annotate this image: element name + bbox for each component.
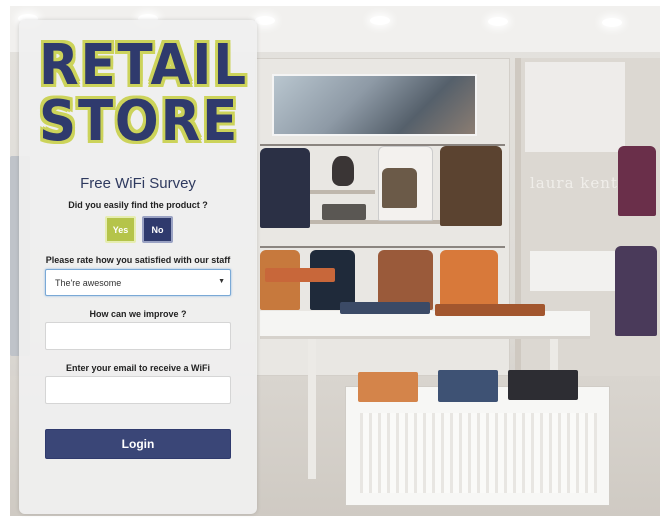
- folded-orange: [265, 268, 335, 282]
- retail-store-logo: RETAIL STORE: [39, 33, 248, 154]
- ceiling-light: [602, 18, 622, 27]
- survey-panel: RETAIL STORE Free WiFi Survey Did you ea…: [19, 20, 257, 514]
- question-rate-staff: Please rate how you satisfied with our s…: [45, 255, 231, 265]
- mannequin-head: [332, 156, 354, 186]
- ceiling-light: [488, 17, 508, 26]
- display-slats: [360, 413, 597, 493]
- survey-title: Free WiFi Survey: [80, 175, 196, 192]
- chevron-down-icon: ▼: [218, 278, 225, 285]
- yes-no-group: Yes No: [105, 216, 175, 244]
- hanging-dress: [615, 246, 657, 336]
- ceiling-light: [255, 16, 275, 25]
- rating-select[interactable]: The're awesome ▼: [45, 269, 231, 296]
- folded-jeans-stack: [438, 370, 498, 402]
- question-find-product: Did you easily find the product ?: [68, 200, 208, 210]
- folded-dark-stack: [508, 370, 578, 400]
- folded-orange-stack: [358, 372, 418, 402]
- folded-jeans: [340, 302, 430, 314]
- hanging-dress: [618, 146, 656, 216]
- yes-button[interactable]: Yes: [105, 216, 136, 243]
- orange-top: [440, 250, 498, 310]
- no-button[interactable]: No: [142, 216, 173, 243]
- login-button[interactable]: Login: [45, 429, 231, 459]
- doorway: [525, 62, 625, 152]
- display-cube: [345, 386, 610, 506]
- logo-line-1: RETAIL: [39, 33, 248, 98]
- leather-jacket: [440, 146, 502, 226]
- improve-input[interactable]: [45, 322, 231, 350]
- folded-items: [322, 204, 366, 220]
- clothing-rail: [260, 246, 505, 248]
- logo-line-2: STORE: [39, 89, 240, 154]
- jacket: [260, 148, 310, 228]
- shelf: [305, 190, 375, 194]
- fashion-poster: [272, 74, 477, 136]
- patterned-blouse: [378, 250, 433, 310]
- folded-shirts: [435, 304, 545, 316]
- question-improve: How can we improve ?: [89, 309, 187, 319]
- ceiling-light: [370, 16, 390, 25]
- print-pattern: [382, 168, 417, 208]
- question-email: Enter your email to receive a WiFi: [66, 363, 210, 373]
- email-field[interactable]: [45, 376, 231, 404]
- table-leg: [308, 339, 316, 479]
- rating-selected-value: The're awesome: [55, 278, 122, 288]
- store-sign-text: laura kent: [530, 174, 618, 192]
- sales-counter: [530, 251, 615, 291]
